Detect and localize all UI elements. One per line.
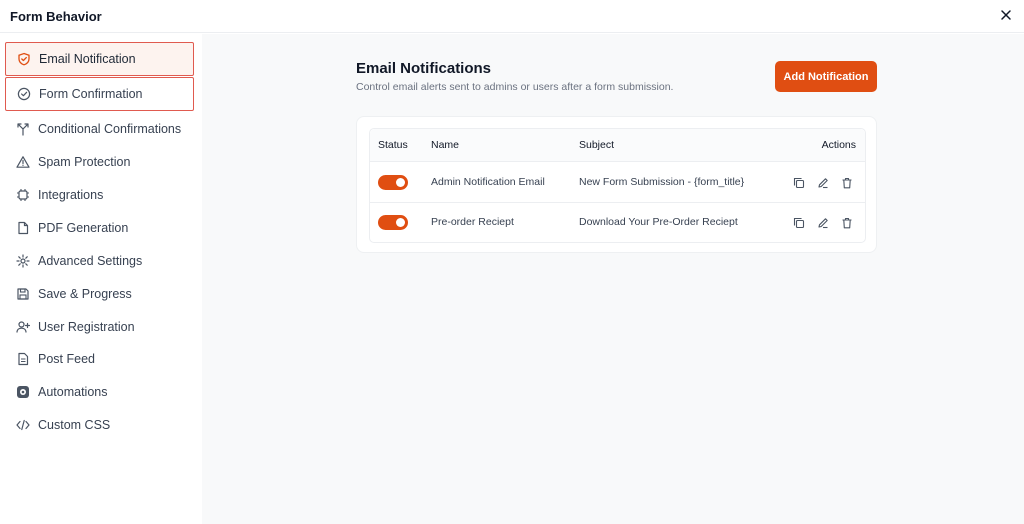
row-subject: New Form Submission - {form_title} bbox=[579, 176, 745, 188]
page-title: Email Notifications bbox=[356, 60, 492, 77]
sidebar-item-label: Spam Protection bbox=[38, 155, 131, 169]
branch-icon bbox=[15, 121, 31, 137]
edit-icon[interactable] bbox=[815, 215, 831, 231]
sidebar-item-user-registration[interactable]: User Registration bbox=[5, 310, 194, 344]
status-toggle[interactable] bbox=[378, 175, 408, 190]
sidebar-item-automations[interactable]: Automations bbox=[5, 375, 194, 409]
notifications-card: Status Name Subject Actions Admin Notifi… bbox=[356, 116, 877, 253]
column-header-name: Name bbox=[431, 139, 460, 151]
page-subtitle: Control email alerts sent to admins or u… bbox=[356, 81, 674, 93]
user-plus-icon bbox=[15, 319, 31, 335]
save-icon bbox=[15, 286, 31, 302]
sidebar-item-advanced-settings[interactable]: Advanced Settings bbox=[5, 244, 194, 278]
column-header-subject: Subject bbox=[579, 139, 615, 151]
shield-icon bbox=[16, 51, 32, 67]
chip-icon bbox=[15, 187, 31, 203]
sidebar-item-label: Integrations bbox=[38, 188, 104, 202]
duplicate-icon[interactable] bbox=[791, 215, 807, 231]
table-header: Status Name Subject Actions bbox=[370, 129, 865, 162]
gear-icon bbox=[15, 253, 31, 269]
sidebar-item-label: Save & Progress bbox=[38, 287, 132, 301]
warning-triangle-icon bbox=[15, 154, 31, 170]
toggle-knob bbox=[396, 178, 405, 187]
code-icon bbox=[15, 417, 31, 433]
delete-icon[interactable] bbox=[839, 175, 855, 191]
table-row: Pre-order Reciept Download Your Pre-Orde… bbox=[370, 203, 865, 243]
automation-icon bbox=[15, 384, 31, 400]
sidebar-item-label: Advanced Settings bbox=[38, 254, 143, 268]
file-text-icon bbox=[15, 351, 31, 367]
edit-icon[interactable] bbox=[815, 175, 831, 191]
sidebar: Email Notification Form Confirmation Con… bbox=[0, 34, 202, 524]
sidebar-item-label: Post Feed bbox=[38, 352, 95, 366]
sidebar-item-spam-protection[interactable]: Spam Protection bbox=[5, 145, 194, 179]
check-circle-icon bbox=[16, 86, 32, 102]
duplicate-icon[interactable] bbox=[791, 175, 807, 191]
sidebar-item-integrations[interactable]: Integrations bbox=[5, 178, 194, 212]
sidebar-item-post-feed[interactable]: Post Feed bbox=[5, 342, 194, 376]
sidebar-item-label: Form Confirmation bbox=[39, 87, 143, 101]
column-header-actions: Actions bbox=[821, 139, 856, 151]
status-toggle[interactable] bbox=[378, 215, 408, 230]
column-header-status: Status bbox=[378, 139, 408, 151]
sidebar-item-label: User Registration bbox=[38, 320, 135, 334]
window-title: Form Behavior bbox=[10, 9, 102, 24]
delete-icon[interactable] bbox=[839, 215, 855, 231]
sidebar-item-save-progress[interactable]: Save & Progress bbox=[5, 277, 194, 311]
row-name: Admin Notification Email bbox=[431, 176, 545, 188]
sidebar-item-label: Automations bbox=[38, 385, 108, 399]
document-icon bbox=[15, 220, 31, 236]
sidebar-item-pdf-generation[interactable]: PDF Generation bbox=[5, 211, 194, 245]
sidebar-item-label: Conditional Confirmations bbox=[38, 122, 182, 136]
sidebar-item-label: PDF Generation bbox=[38, 221, 129, 235]
sidebar-item-label: Custom CSS bbox=[38, 418, 111, 432]
row-subject: Download Your Pre-Order Reciept bbox=[579, 216, 738, 228]
sidebar-item-form-confirmation[interactable]: Form Confirmation bbox=[5, 77, 194, 111]
sidebar-item-conditional-confirmations[interactable]: Conditional Confirmations bbox=[5, 112, 194, 146]
notifications-table: Status Name Subject Actions Admin Notifi… bbox=[369, 128, 866, 243]
toggle-knob bbox=[396, 218, 405, 227]
table-row: Admin Notification Email New Form Submis… bbox=[370, 163, 865, 203]
sidebar-item-email-notification[interactable]: Email Notification bbox=[5, 42, 194, 76]
main-content: Email Notifications Control email alerts… bbox=[202, 34, 1024, 524]
sidebar-item-custom-css[interactable]: Custom CSS bbox=[5, 408, 194, 442]
add-notification-button[interactable]: Add Notification bbox=[775, 61, 877, 92]
sidebar-item-label: Email Notification bbox=[39, 52, 136, 66]
close-icon[interactable] bbox=[998, 7, 1014, 23]
title-bar: Form Behavior bbox=[0, 0, 1024, 33]
row-name: Pre-order Reciept bbox=[431, 216, 514, 228]
